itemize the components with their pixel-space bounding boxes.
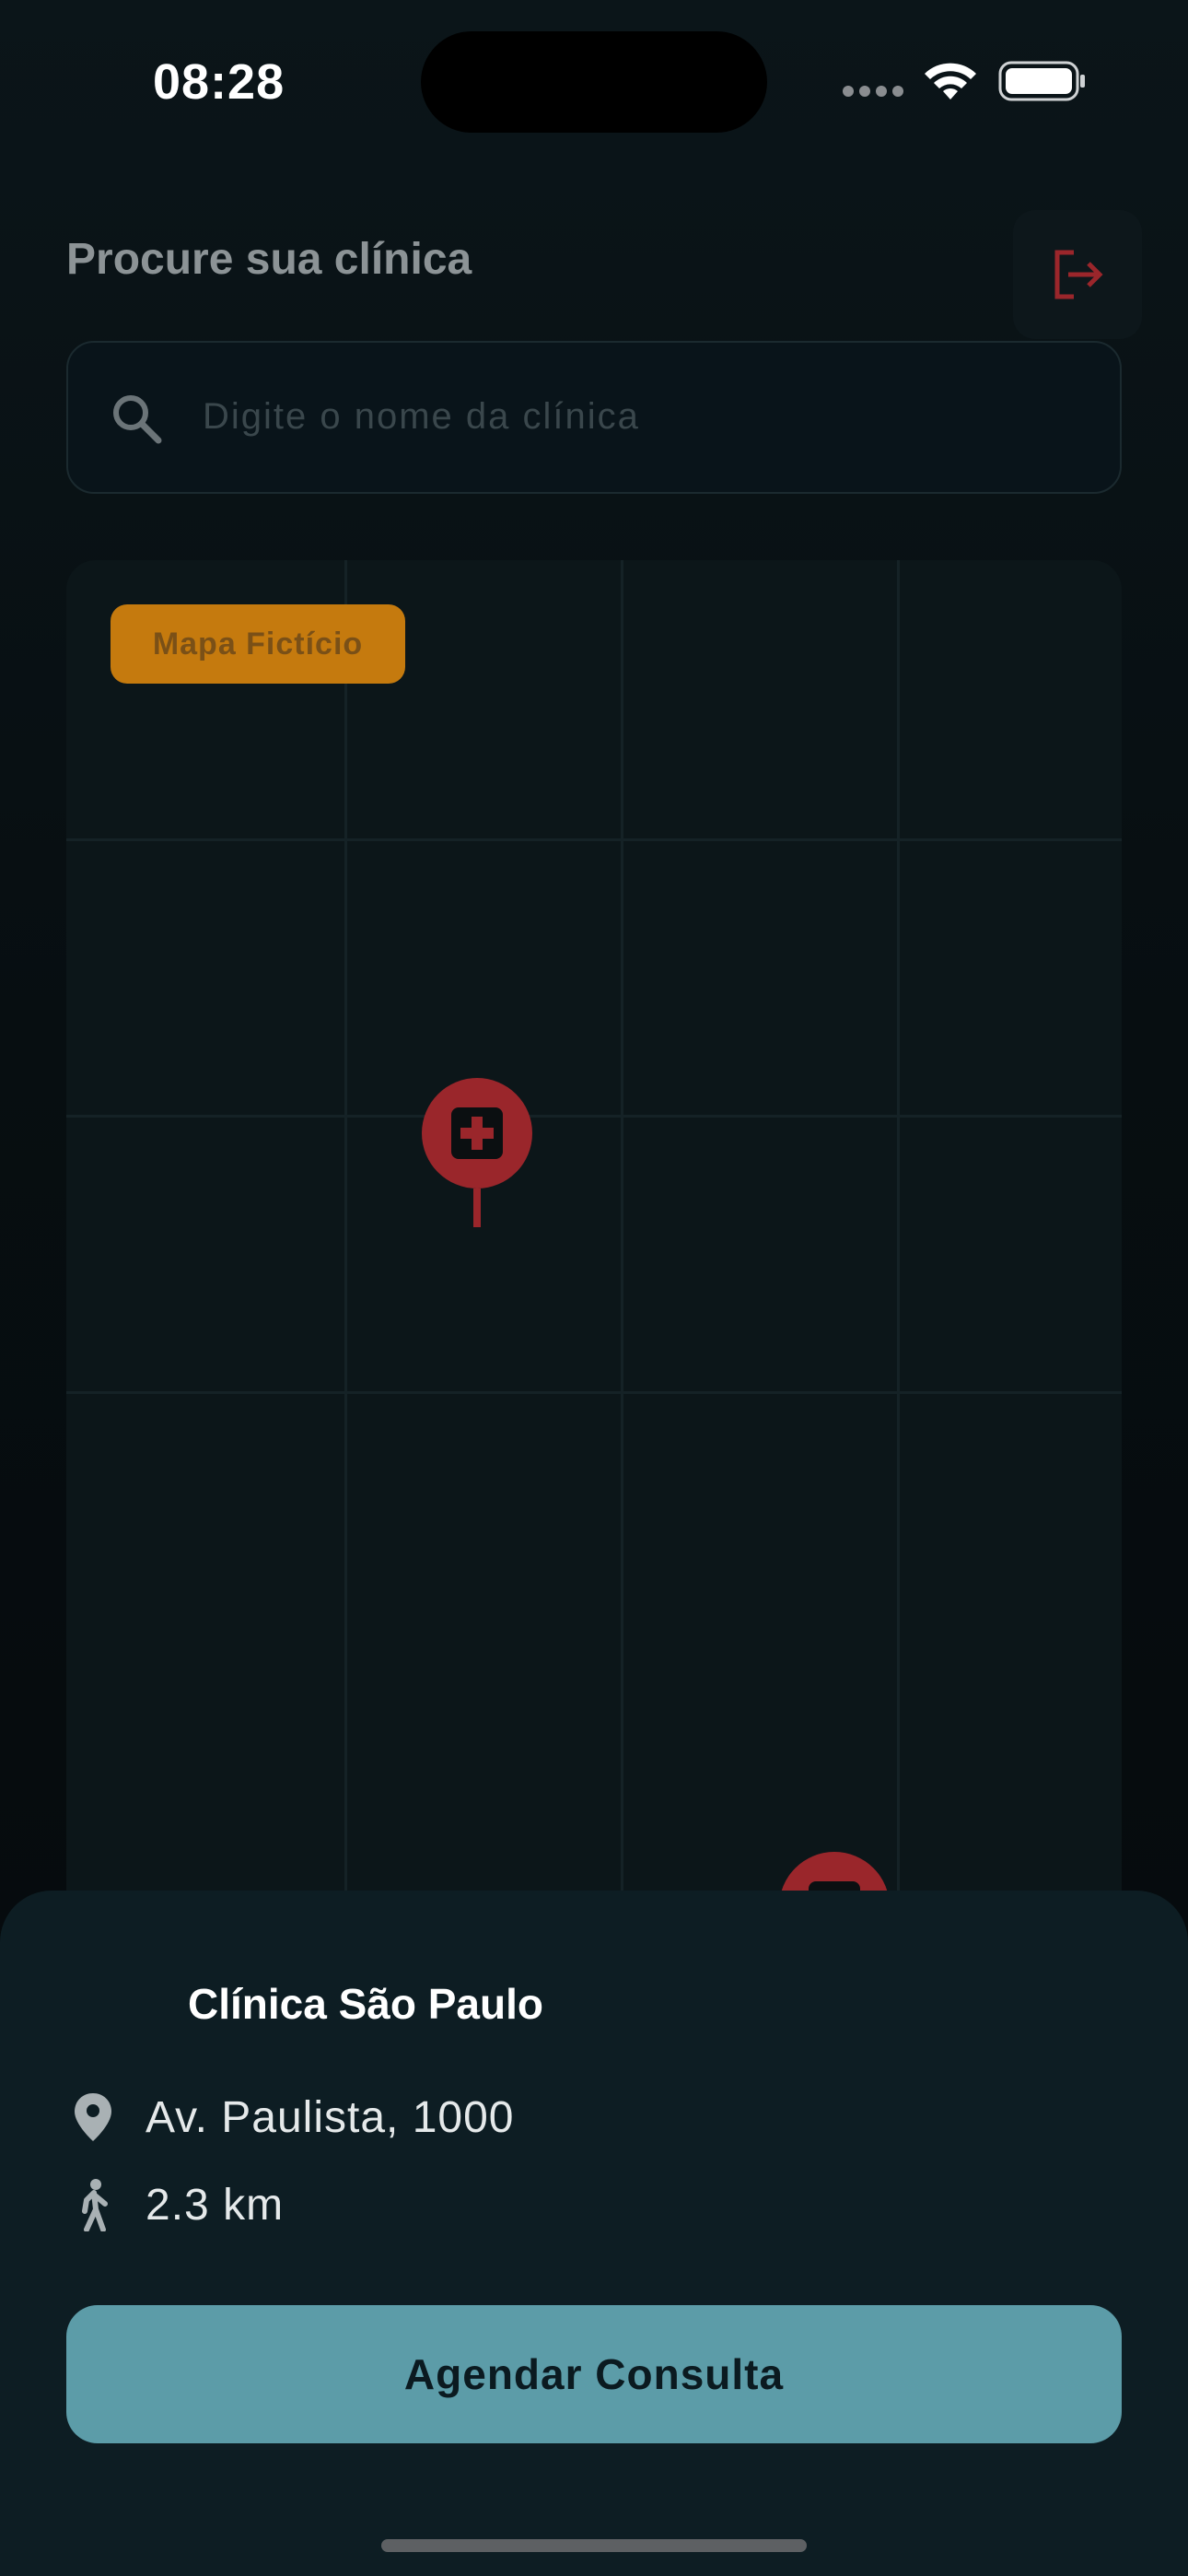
map-grid-line [66,838,1122,841]
dynamic-island [421,31,767,133]
clinic-name: Clínica São Paulo [188,1980,543,2028]
status-time: 08:28 [153,54,285,110]
app-screen: 08:28 Procure sua clínica Digite o nome … [0,0,1188,2576]
page-title: Procure sua clínica [66,235,472,284]
schedule-appointment-button[interactable]: Agendar Consulta [66,2305,1122,2443]
map-grid-line [344,560,347,1942]
clinic-map-pin[interactable] [422,1078,532,1227]
clinic-distance-row: 2.3 km [72,2178,284,2231]
search-input[interactable]: Digite o nome da clínica [66,341,1122,494]
map-grid-line [66,1115,1122,1118]
location-pin-icon [75,2093,111,2141]
wifi-icon [921,57,980,106]
medical-cross-icon [451,1107,503,1159]
logout-icon [1054,250,1103,299]
search-placeholder: Digite o nome da clínica [203,396,640,437]
clinic-distance: 2.3 km [146,2180,285,2230]
battery-icon [998,61,1087,106]
search-icon [107,389,166,452]
clinic-address: Av. Paulista, 1000 [146,2092,515,2142]
clinic-address-row: Av. Paulista, 1000 [72,2091,514,2143]
cellular-signal-icon [843,85,909,101]
map-grid-line [621,560,623,1942]
map-badge: Mapa Fictício [111,604,405,684]
logout-button[interactable] [1013,210,1142,339]
map-grid-line [897,560,900,1942]
map-view[interactable]: Mapa Fictício [66,560,1122,1942]
clinic-details-sheet: Clínica São Paulo Av. Paulista, 1000 2.3… [0,1891,1188,2576]
map-grid-line [66,1391,1122,1394]
home-indicator[interactable] [381,2539,807,2552]
walking-icon [82,2179,108,2231]
